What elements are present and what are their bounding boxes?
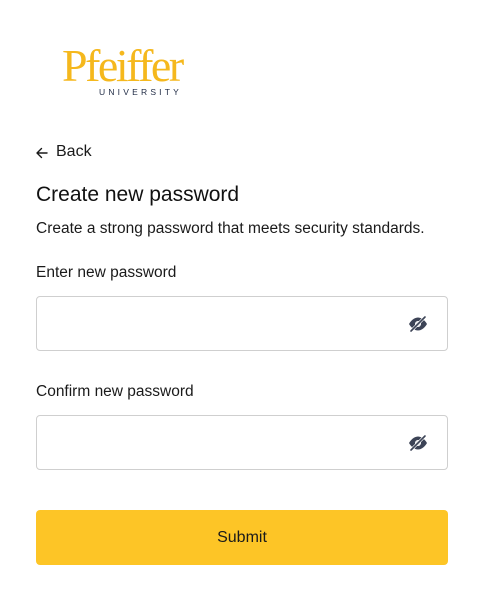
eye-slash-icon[interactable]: [407, 434, 429, 452]
confirm-password-label: Confirm new password: [36, 383, 194, 400]
confirm-password-field[interactable]: [36, 415, 448, 470]
page-subtitle: Create a strong password that meets secu…: [36, 220, 425, 237]
logo-subtitle: UNIVERSITY: [99, 87, 183, 97]
confirm-password-input[interactable]: [37, 416, 397, 469]
new-password-input[interactable]: [37, 297, 397, 350]
arrow-left-icon: [36, 146, 48, 159]
new-password-field[interactable]: [36, 296, 448, 351]
submit-button[interactable]: Submit: [36, 510, 448, 565]
new-password-label: Enter new password: [36, 264, 177, 281]
back-link[interactable]: Back: [36, 143, 92, 161]
logo-wordmark: Pfeiffer: [62, 40, 184, 91]
eye-slash-icon[interactable]: [407, 315, 429, 333]
pfeiffer-university-logo: Pfeiffer UNIVERSITY: [62, 40, 212, 102]
back-label: Back: [56, 143, 92, 160]
page-title: Create new password: [36, 183, 240, 206]
